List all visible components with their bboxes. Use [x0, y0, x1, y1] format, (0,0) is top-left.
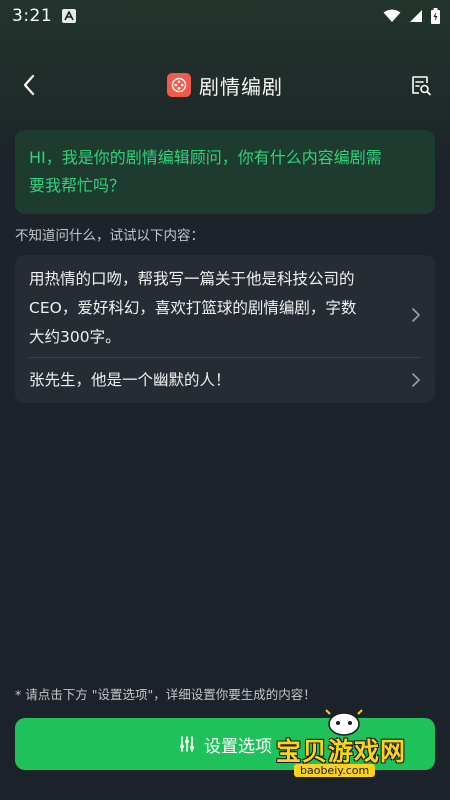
suggestion-item[interactable]: 张先生，他是一个幽默的人！ — [15, 358, 435, 403]
status-bar: 3:21 — [0, 0, 450, 32]
status-left: 3:21 — [12, 6, 77, 26]
greeting-line-1: HI，我是你的剧情编辑顾问，你有什么内容编剧需 — [29, 148, 382, 167]
history-button[interactable] — [406, 70, 436, 100]
suggestion-hint: 不知道问什么，试试以下内容： — [15, 228, 204, 244]
settings-options-label: 设置选项 — [204, 736, 272, 757]
history-search-icon — [412, 76, 431, 96]
film-reel-icon — [167, 73, 191, 97]
chevron-right-icon — [411, 307, 421, 323]
app-header: 剧情编剧 — [0, 58, 450, 112]
page-title-wrap: 剧情编剧 — [167, 71, 283, 100]
page-title: 剧情编剧 — [199, 74, 283, 99]
battery-icon — [431, 8, 440, 24]
suggestion-text-line: 大约300字。 — [29, 328, 121, 346]
watermark-url: baobeiy.com — [294, 764, 376, 777]
status-right — [383, 8, 440, 24]
suggestion-list: 用热情的口吻，帮我写一篇关于他是科技公司的 CEO，爱好科幻，喜欢打篮球的剧情编… — [15, 255, 435, 403]
screen: 3:21 剧情编剧 HI，我是你的剧情编辑顾问，你有什么内容编剧需 要我帮忙吗？… — [0, 0, 450, 800]
status-time: 3:21 — [12, 6, 53, 26]
watermark-text: 宝贝游戏网 — [276, 737, 407, 766]
wifi-icon — [383, 9, 401, 22]
chevron-right-icon — [411, 372, 421, 388]
site-watermark: 宝贝游戏网 baobeiy.com — [276, 709, 446, 784]
back-arrow-icon — [23, 74, 35, 96]
signal-icon — [410, 10, 422, 22]
greeting-line-2: 要我帮忙吗？ — [29, 176, 126, 195]
footer-note: * 请点击下方 "设置选项"，详细设置你要生成的内容！ — [15, 687, 316, 702]
sliders-icon — [180, 736, 194, 752]
assistant-greeting-bubble: HI，我是你的剧情编辑顾问，你有什么内容编剧需 要我帮忙吗？ — [15, 130, 435, 214]
notification-a-icon — [62, 9, 77, 23]
suggestion-text-line: 用热情的口吻，帮我写一篇关于他是科技公司的 — [29, 270, 355, 288]
back-button[interactable] — [14, 70, 44, 100]
suggestion-text-line: CEO，爱好科幻，喜欢打篮球的剧情编剧，字数 — [29, 299, 357, 317]
suggestion-item[interactable]: 用热情的口吻，帮我写一篇关于他是科技公司的 CEO，爱好科幻，喜欢打篮球的剧情编… — [15, 265, 435, 357]
suggestion-text-line: 张先生，他是一个幽默的人！ — [29, 371, 231, 389]
